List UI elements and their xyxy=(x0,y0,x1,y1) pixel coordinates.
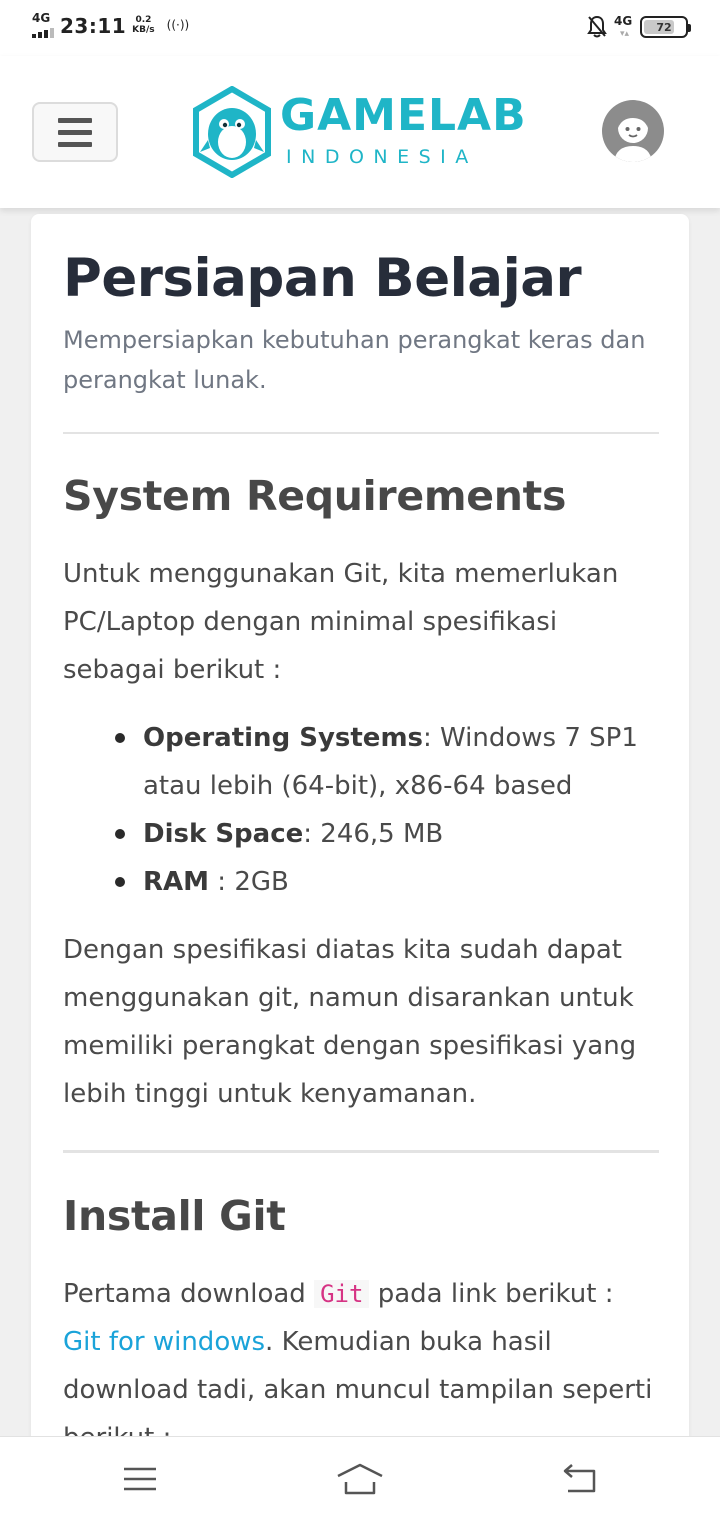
section-heading-system-requirements: System Requirements xyxy=(63,472,567,520)
install-git-paragraph: Pertama download Git pada link berikut :… xyxy=(63,1270,659,1454)
divider xyxy=(63,1150,659,1153)
system-requirements-intro: Untuk menggunakan Git, kita memerlukan P… xyxy=(63,559,619,685)
requirement-label: RAM xyxy=(143,867,210,897)
git-for-windows-link[interactable]: Git for windows xyxy=(63,1327,265,1357)
divider xyxy=(63,432,659,434)
requirements-list: Operating Systems: Windows 7 SP1 atau le… xyxy=(115,714,655,906)
avatar-face-icon xyxy=(614,112,652,162)
app-header: GAMELAB INDONESIA xyxy=(0,56,720,208)
list-item: RAM : 2GB xyxy=(115,858,655,906)
network-type-left: 4G xyxy=(32,11,51,25)
requirement-label: Operating Systems xyxy=(143,723,424,753)
clock: 23:11 xyxy=(60,14,127,38)
section-heading-install-git: Install Git xyxy=(63,1192,286,1240)
requirement-value: 2GB xyxy=(234,867,289,897)
hamburger-icon xyxy=(58,117,92,123)
system-requirements-outro: Dengan spesifikasi diatas kita sudah dap… xyxy=(63,935,637,1109)
network-type-right: 4G xyxy=(614,14,633,28)
speed-unit: KB/s xyxy=(132,25,155,35)
page-title: Persiapan Belajar xyxy=(63,248,582,309)
notifications-off-icon xyxy=(587,15,607,38)
battery-level: 72 xyxy=(656,20,672,34)
list-item: Operating Systems: Windows 7 SP1 atau le… xyxy=(115,714,655,810)
menu-button[interactable] xyxy=(32,102,118,162)
content-card: Persiapan Belajar Mempersiapkan kebutuha… xyxy=(31,214,689,1454)
menu-icon xyxy=(124,1467,156,1491)
network-indicator-right: 4G ▾▴ xyxy=(614,14,634,40)
signal-indicator: 4G xyxy=(32,12,54,42)
user-avatar[interactable] xyxy=(602,100,664,162)
speed-value: 0.2 xyxy=(135,15,152,25)
requirement-separator: : xyxy=(423,723,441,753)
network-speed: 0.2 KB/s xyxy=(132,15,154,35)
system-nav-bar xyxy=(0,1436,720,1520)
requirement-label: Disk Space xyxy=(143,819,304,849)
logo-title: GAMELAB xyxy=(280,90,527,141)
gamelab-logo[interactable]: GAMELAB INDONESIA xyxy=(192,86,526,178)
status-right: 4G ▾▴ 72 xyxy=(586,14,691,40)
penguin-logo-icon xyxy=(193,86,271,178)
page-subtitle: Mempersiapkan kebutuhan perangkat keras … xyxy=(63,326,646,394)
battery-icon: 72 xyxy=(640,16,691,38)
hotspot-icon: ((·)) xyxy=(166,18,190,32)
back-button[interactable] xyxy=(550,1459,610,1499)
status-left: 4G 23:11 0.2 KB/s ((·)) xyxy=(32,12,189,42)
recents-button[interactable] xyxy=(110,1459,170,1499)
status-bar: 4G 23:11 0.2 KB/s ((·)) 4G ▾▴ 72 xyxy=(0,0,720,56)
home-icon xyxy=(337,1463,383,1495)
install-text-1: Pertama download xyxy=(63,1279,315,1309)
list-item: Disk Space: 246,5 MB xyxy=(115,810,655,858)
signal-icon xyxy=(32,28,54,38)
back-icon xyxy=(563,1464,596,1493)
home-button[interactable] xyxy=(330,1459,390,1499)
requirement-value: 246,5 MB xyxy=(320,819,444,849)
logo-subtitle: INDONESIA xyxy=(286,146,478,168)
requirement-separator: : xyxy=(303,819,321,849)
data-arrows-icon: ▾▴ xyxy=(620,29,630,39)
inline-code-git: Git xyxy=(314,1280,370,1308)
install-text-2: pada link berikut : xyxy=(369,1279,614,1309)
requirement-separator: : xyxy=(209,867,235,897)
